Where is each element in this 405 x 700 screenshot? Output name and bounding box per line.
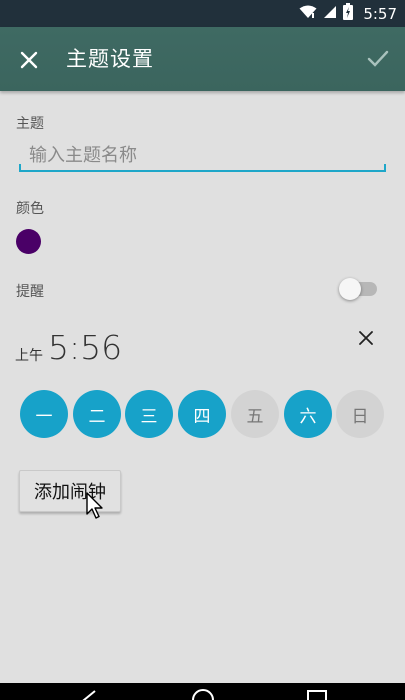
close-icon <box>359 331 373 345</box>
weekday-toggle[interactable]: 六 <box>284 390 332 438</box>
status-bar: 5:57 <box>0 0 405 27</box>
weekday-toggle[interactable]: 日 <box>336 390 384 438</box>
alarm-ampm: 上午 <box>15 348 43 364</box>
color-swatch[interactable] <box>16 229 41 254</box>
weekday-toggle[interactable]: 一 <box>20 390 68 438</box>
check-icon <box>367 50 389 67</box>
add-alarm-button[interactable]: 添加闹钟 <box>19 470 121 512</box>
home-icon[interactable] <box>191 683 215 700</box>
weekday-toggle[interactable]: 二 <box>73 390 121 438</box>
confirm-button[interactable] <box>363 44 393 74</box>
mouse-cursor-icon <box>86 492 103 519</box>
battery-icon <box>343 3 354 24</box>
navigation-bar <box>0 683 405 700</box>
topic-input-underline <box>19 170 386 172</box>
close-icon <box>20 51 38 69</box>
input-underline-left-tick <box>19 164 21 171</box>
app-bar: 主题设置 <box>0 27 405 91</box>
weekday-toggle[interactable]: 三 <box>125 390 173 438</box>
remove-alarm-button[interactable] <box>355 327 377 349</box>
weekday-toggle[interactable]: 五 <box>231 390 279 438</box>
color-label: 颜色 <box>16 201 44 217</box>
page-title: 主题设置 <box>66 47 154 71</box>
topic-label: 主题 <box>16 116 44 132</box>
input-underline-right-tick <box>384 164 386 171</box>
weekday-selector: 一二三四五六日 <box>20 390 384 438</box>
back-icon[interactable] <box>80 683 100 700</box>
toggle-thumb <box>339 278 361 300</box>
wifi-icon <box>299 5 317 23</box>
signal-icon <box>323 5 337 23</box>
close-button[interactable] <box>14 45 44 75</box>
alarm-time[interactable]: 5:56 <box>48 328 122 367</box>
topic-input[interactable] <box>19 139 385 171</box>
weekday-toggle[interactable]: 四 <box>178 390 226 438</box>
status-icons: 5:57 <box>299 0 397 27</box>
status-time: 5:57 <box>363 4 397 23</box>
reminder-label: 提醒 <box>16 284 44 300</box>
recents-icon[interactable] <box>306 683 328 700</box>
